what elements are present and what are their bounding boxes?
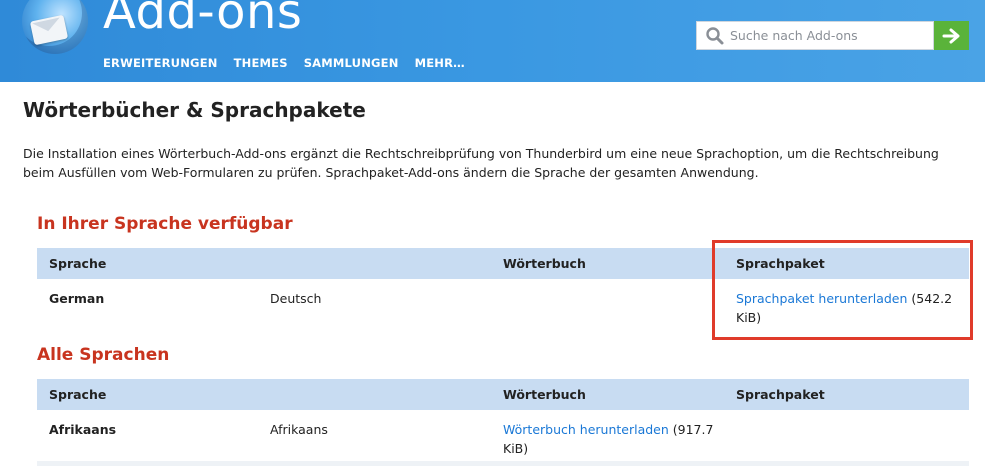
column-header-sprache: Sprache — [49, 256, 107, 271]
language-native-name: Afrikaans — [270, 422, 328, 437]
thunderbird-logo-icon[interactable] — [22, 0, 88, 54]
search-icon — [704, 25, 726, 47]
dictionary-cell — [503, 289, 736, 327]
envelope-icon — [29, 14, 69, 46]
table-header: Sprache Wörterbuch Sprachpaket — [37, 248, 969, 279]
nav-item-sammlungen[interactable]: SAMMLUNGEN — [304, 56, 399, 70]
language-name: Afrikaans — [49, 422, 117, 437]
table-row: German Deutsch Sprachpaket herunterladen… — [37, 279, 969, 327]
section-title-all-languages: Alle Sprachen — [37, 345, 170, 365]
table-header: Sprache Wörterbuch Sprachpaket — [37, 379, 969, 410]
language-native-name: Deutsch — [270, 291, 322, 306]
page-intro: Die Installation eines Wörterbuch-Add-on… — [23, 146, 939, 180]
langpack-download-link[interactable]: Sprachpaket herunterladen — [736, 291, 907, 306]
nav-item-themes[interactable]: THEMES — [234, 56, 288, 70]
next-row-strip — [37, 461, 969, 466]
page-title: Wörterbücher & Sprachpakete — [23, 98, 366, 122]
language-name: German — [49, 291, 105, 306]
table-your-language: Sprache Wörterbuch Sprachpaket German De… — [37, 248, 969, 327]
langpack-cell — [736, 420, 969, 458]
column-header-woerterbuch: Wörterbuch — [503, 256, 586, 271]
search-submit-button[interactable] — [934, 21, 969, 50]
column-header-sprache: Sprache — [49, 387, 107, 402]
arrow-right-icon — [942, 28, 959, 43]
table-row: Afrikaans Afrikaans Wörterbuch herunterl… — [37, 410, 969, 458]
dictionary-download-link[interactable]: Wörterbuch herunterladen — [503, 422, 669, 437]
column-header-sprachpaket: Sprachpaket — [736, 387, 825, 402]
nav-item-mehr[interactable]: MEHR… — [415, 56, 465, 70]
site-title[interactable]: Add-ons — [103, 0, 302, 40]
langpack-cell: Sprachpaket herunterladen (542.2 KiB) — [736, 289, 969, 327]
section-title-your-language: In Ihrer Sprache verfügbar — [37, 214, 293, 234]
nav-item-erweiterungen[interactable]: ERWEITERUNGEN — [103, 56, 218, 70]
column-header-woerterbuch: Wörterbuch — [503, 387, 586, 402]
column-header-sprachpaket: Sprachpaket — [736, 256, 825, 271]
main-nav: ERWEITERUNGEN THEMES SAMMLUNGEN MEHR… — [103, 56, 465, 70]
dictionary-cell: Wörterbuch herunterladen (917.7 KiB) — [503, 420, 736, 458]
table-all-languages: Sprache Wörterbuch Sprachpaket Afrikaans… — [37, 379, 969, 458]
search-input[interactable] — [730, 22, 930, 49]
search-box — [696, 21, 934, 50]
